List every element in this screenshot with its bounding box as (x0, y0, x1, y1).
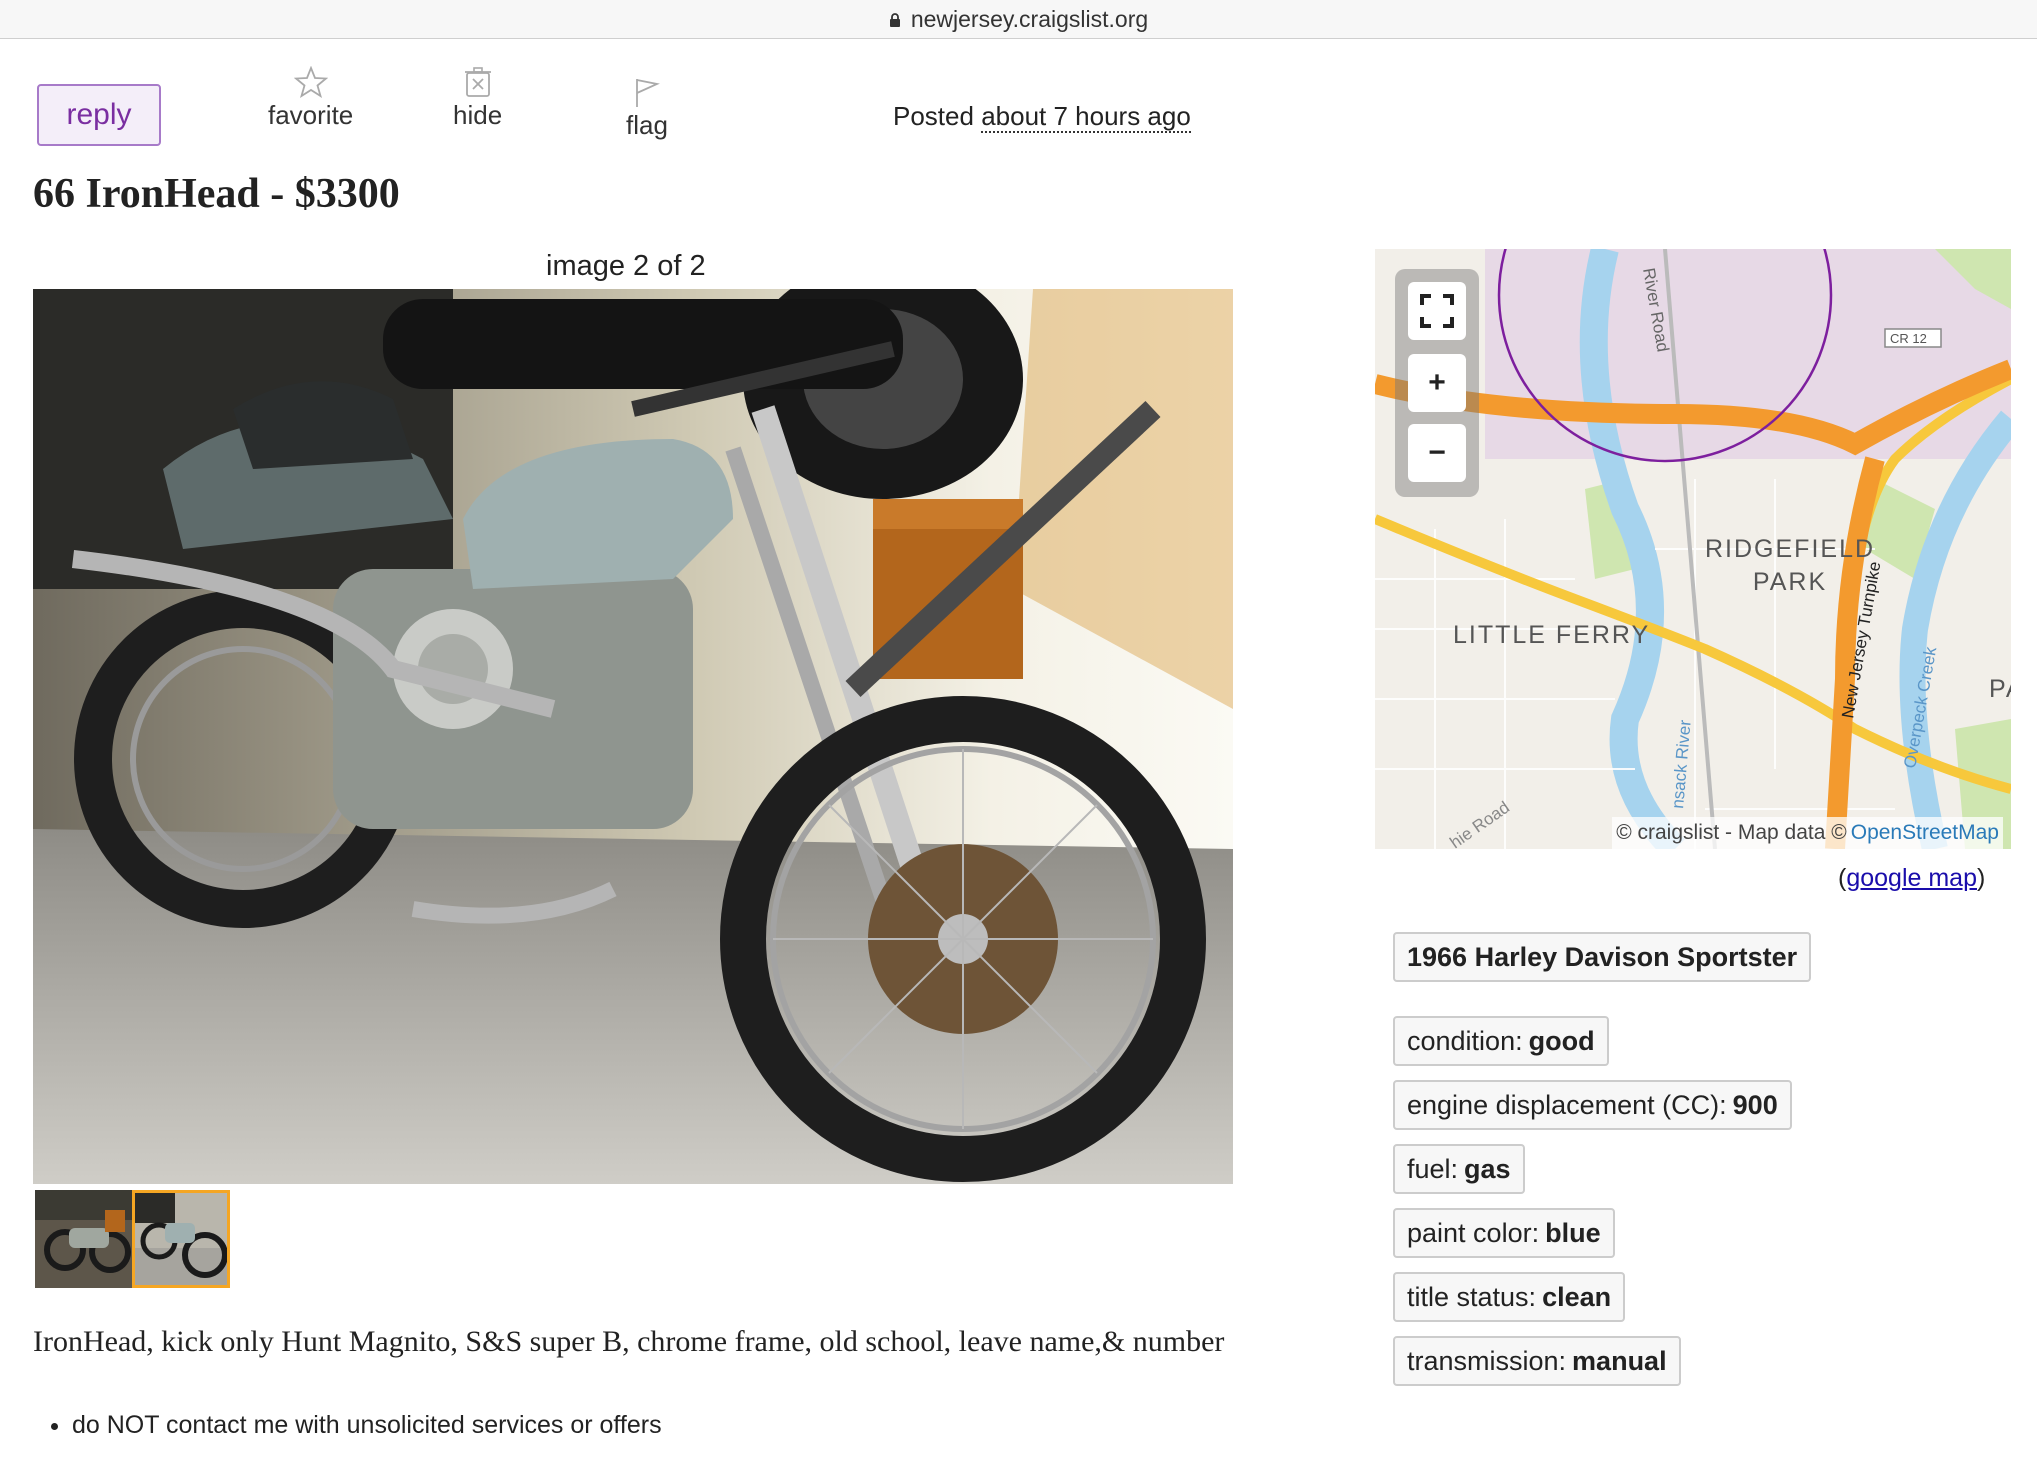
motorcycle-photo (33, 289, 1233, 1184)
reply-button[interactable]: reply (37, 84, 161, 146)
attr-condition: condition: good (1393, 1016, 1609, 1066)
hide-label: hide (453, 100, 503, 130)
attr-title-status: title status: clean (1393, 1272, 1626, 1322)
thumbnail-photo-1 (35, 1190, 133, 1288)
openstreetmap-link[interactable]: OpenStreetMap (1851, 821, 1999, 845)
attr-transmission: transmission: manual (1393, 1336, 1681, 1386)
place-little-ferry: LITTLE FERRY (1453, 621, 1651, 649)
star-icon (293, 66, 328, 98)
url-text: newjersey.craigslist.org (910, 5, 1149, 32)
zoom-in-button[interactable]: + (1408, 354, 1466, 412)
attr-model: 1966 Harley Davison Sportster (1393, 932, 1812, 982)
fullscreen-button[interactable] (1408, 282, 1466, 340)
map-attribution: © craigslist - Map data © OpenStreetMap (1612, 817, 2003, 849)
attr-fuel: fuel: gas (1393, 1144, 1525, 1194)
posted-ago[interactable]: about 7 hours ago (981, 101, 1191, 133)
posted-time: Posted about 7 hours ago (893, 101, 1191, 133)
trash-icon (464, 67, 491, 97)
listing-title: 66 IronHead - $3300 (33, 171, 400, 217)
google-map-line: (google map) (1838, 864, 1986, 892)
flag-icon (636, 79, 660, 107)
google-map-link[interactable]: google map (1846, 864, 1977, 892)
thumbnail-1[interactable] (35, 1190, 133, 1288)
zoom-out-button[interactable]: − (1408, 424, 1466, 482)
map-controls: + − (1395, 269, 1479, 497)
lock-icon (889, 13, 900, 27)
place-ridgefield-park: RIDGEFIELD PARK (1705, 535, 1876, 596)
thumbnail-2[interactable] (132, 1190, 230, 1288)
posted-label: Posted (893, 101, 974, 131)
favorite-button[interactable]: favorite (268, 66, 353, 131)
attr-engine-displacement: engine displacement (CC): 900 (1393, 1080, 1792, 1130)
fullscreen-icon (1420, 294, 1454, 328)
notice-item: do NOT contact me with unsolicited servi… (72, 1411, 662, 1440)
location-map[interactable]: River Road New Jersey Turnpike Overpeck … (1375, 249, 2011, 849)
flag-button[interactable]: flag (626, 76, 668, 141)
place-edge: PA (1989, 675, 2011, 703)
main-photo[interactable] (33, 289, 1233, 1184)
image-caption: image 2 of 2 (546, 250, 706, 282)
posting-body: IronHead, kick only Hunt Magnito, S&S su… (33, 1325, 1225, 1358)
hide-button[interactable]: hide (453, 66, 502, 131)
flag-label: flag (626, 110, 668, 140)
reply-label: reply (66, 98, 132, 131)
notice-list: do NOT contact me with unsolicited servi… (44, 1411, 662, 1440)
browser-url-bar[interactable]: newjersey.craigslist.org (0, 0, 2037, 39)
attr-paint-color: paint color: blue (1393, 1208, 1615, 1258)
road-label-cr: CR 12 (1890, 331, 1927, 346)
favorite-label: favorite (268, 100, 354, 130)
thumbnail-photo-2 (135, 1193, 227, 1285)
